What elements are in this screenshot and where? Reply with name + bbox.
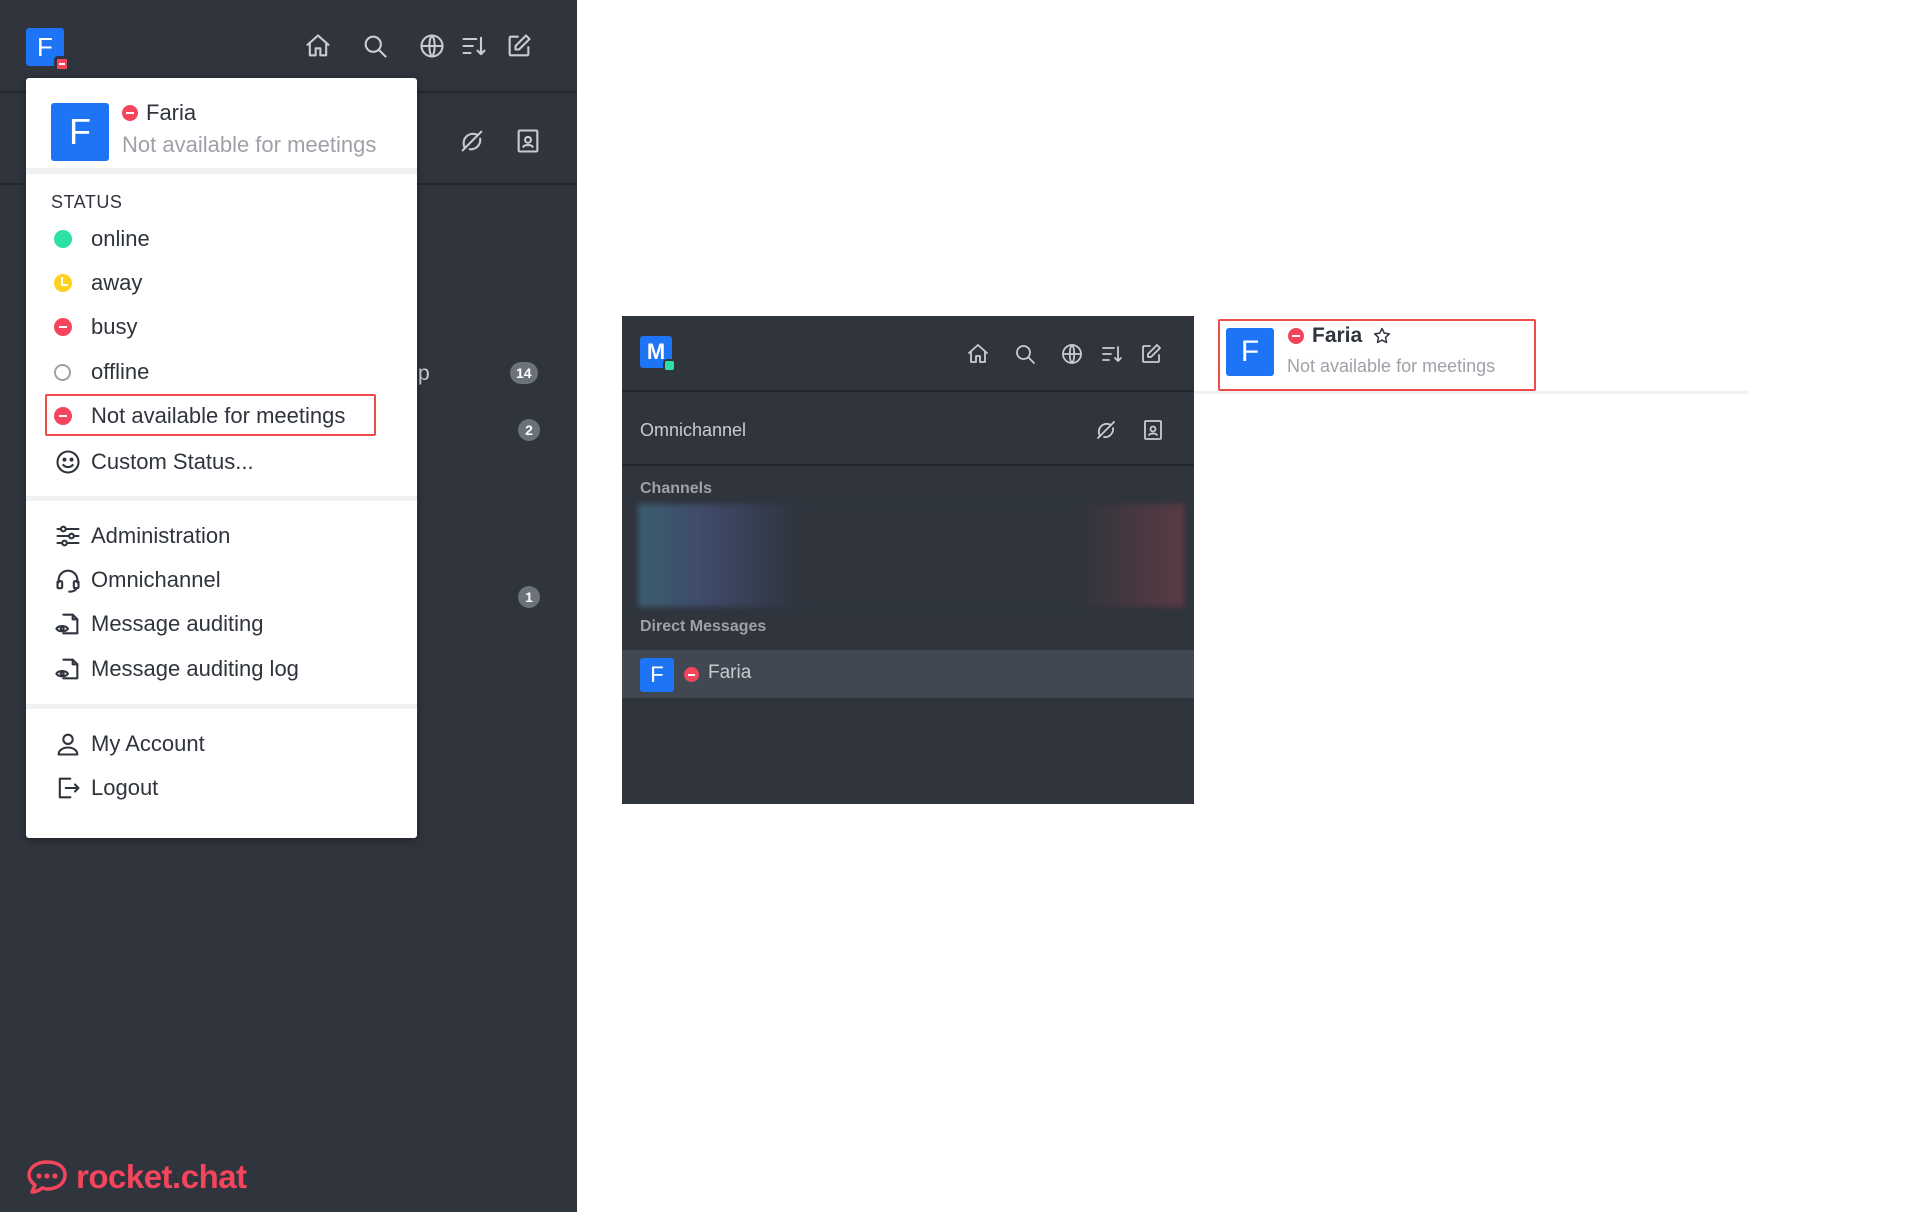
menu-user-status-text: Not available for meetings <box>122 132 377 157</box>
dm-name: Faria <box>708 662 752 683</box>
administration-item[interactable]: Administration <box>51 518 230 554</box>
inset-user-avatar-button[interactable]: M <box>640 336 676 372</box>
busy-dot-icon <box>54 318 72 336</box>
omnichannel-item[interactable]: Omnichannel <box>51 562 221 598</box>
sort-icon[interactable] <box>458 30 490 62</box>
inset-omnichannel-row: Omnichannel <box>622 394 1194 466</box>
user-status-menu: F Faria Not available for meetings STATU… <box>26 78 417 838</box>
offline-dot-icon <box>54 363 71 381</box>
custom-status-item[interactable]: Custom Status... <box>51 444 254 480</box>
headset-icon <box>51 566 91 594</box>
administration-label: Administration <box>91 523 231 548</box>
busy-status-icon <box>54 56 70 72</box>
logout-icon <box>51 774 91 802</box>
status-busy-item[interactable]: busy <box>51 309 137 345</box>
home-icon[interactable] <box>962 338 994 370</box>
status-away-item[interactable]: away <box>51 265 142 301</box>
status-offline-item[interactable]: offline <box>51 354 149 390</box>
contact-center-icon[interactable] <box>1137 414 1169 446</box>
menu-divider <box>26 704 417 709</box>
menu-divider <box>26 496 417 501</box>
dm-avatar: F <box>640 658 674 692</box>
menu-user-name-row: Faria <box>122 100 196 126</box>
directory-globe-icon[interactable] <box>1056 338 1088 370</box>
brand-name: rocket.chat <box>76 1158 247 1195</box>
status-label: away <box>91 270 143 295</box>
unread-badge: 2 <box>518 419 540 441</box>
user-avatar-button[interactable]: F <box>26 28 70 72</box>
blurred-channel-list <box>638 504 1184 607</box>
busy-status-icon <box>122 105 138 121</box>
sidebar-toolbar <box>302 30 535 62</box>
online-status-icon <box>663 359 676 372</box>
obscured-room-name-fragment: p <box>418 362 430 385</box>
omnichannel-unavailable-icon[interactable] <box>1090 414 1122 446</box>
message-auditing-log-label: Message auditing log <box>91 656 299 681</box>
status-online-item[interactable]: online <box>51 221 150 257</box>
logout-label: Logout <box>91 775 159 800</box>
user-icon <box>51 730 91 758</box>
screenshot-stage: F p 14 2 1 rocket.chat F Faria Not avail… <box>0 0 1930 1212</box>
online-dot-icon <box>54 230 72 248</box>
contact-center-icon[interactable] <box>512 125 544 157</box>
user-avatar-initial: F <box>37 32 53 62</box>
omnichannel-label: Omnichannel <box>640 420 747 440</box>
omnichannel-unavailable-icon[interactable] <box>456 125 488 157</box>
status-label: busy <box>91 314 138 339</box>
search-icon[interactable] <box>359 30 391 62</box>
message-auditing-item[interactable]: Message auditing <box>51 606 263 642</box>
direct-messages-section-label: Direct Messages <box>640 618 767 635</box>
highlight-box <box>1218 319 1536 391</box>
away-dot-icon <box>54 274 72 292</box>
directory-globe-icon[interactable] <box>416 30 448 62</box>
highlight-box <box>45 394 376 436</box>
my-account-item[interactable]: My Account <box>51 726 205 762</box>
inset-toolbar <box>962 338 1167 370</box>
dm-list-item[interactable]: F Faria <box>622 650 1194 698</box>
rocketchat-logo: rocket.chat <box>26 1158 247 1196</box>
eye-document-icon <box>51 610 91 638</box>
inset-sidebar: M Omnichannel Channels Direct Messages F… <box>622 316 1194 804</box>
unread-badge: 14 <box>510 362 538 384</box>
omnichannel-label: Omnichannel <box>91 567 221 592</box>
unread-badge: 1 <box>518 586 540 608</box>
custom-status-label: Custom Status... <box>91 449 254 474</box>
my-account-label: My Account <box>91 731 205 756</box>
busy-status-icon <box>684 667 699 682</box>
status-label: online <box>91 226 150 251</box>
sort-icon[interactable] <box>1096 338 1128 370</box>
menu-user-avatar: F <box>51 103 109 161</box>
menu-user-header: F Faria Not available for meetings <box>26 78 417 174</box>
status-section-label: STATUS <box>51 192 123 212</box>
eye-document-icon <box>51 655 91 683</box>
sliders-icon <box>51 522 91 550</box>
rocket-logo-icon <box>26 1158 68 1196</box>
menu-user-name: Faria <box>146 100 197 125</box>
status-label: offline <box>91 359 150 384</box>
home-icon[interactable] <box>302 30 334 62</box>
inset-topbar: M <box>622 316 1194 392</box>
create-new-icon[interactable] <box>1135 338 1167 370</box>
logout-item[interactable]: Logout <box>51 770 158 806</box>
smiley-icon <box>51 448 91 476</box>
message-auditing-log-item[interactable]: Message auditing log <box>51 651 299 687</box>
create-new-icon[interactable] <box>503 30 535 62</box>
search-icon[interactable] <box>1009 338 1041 370</box>
message-auditing-label: Message auditing <box>91 611 264 636</box>
channels-section-label: Channels <box>640 480 713 497</box>
